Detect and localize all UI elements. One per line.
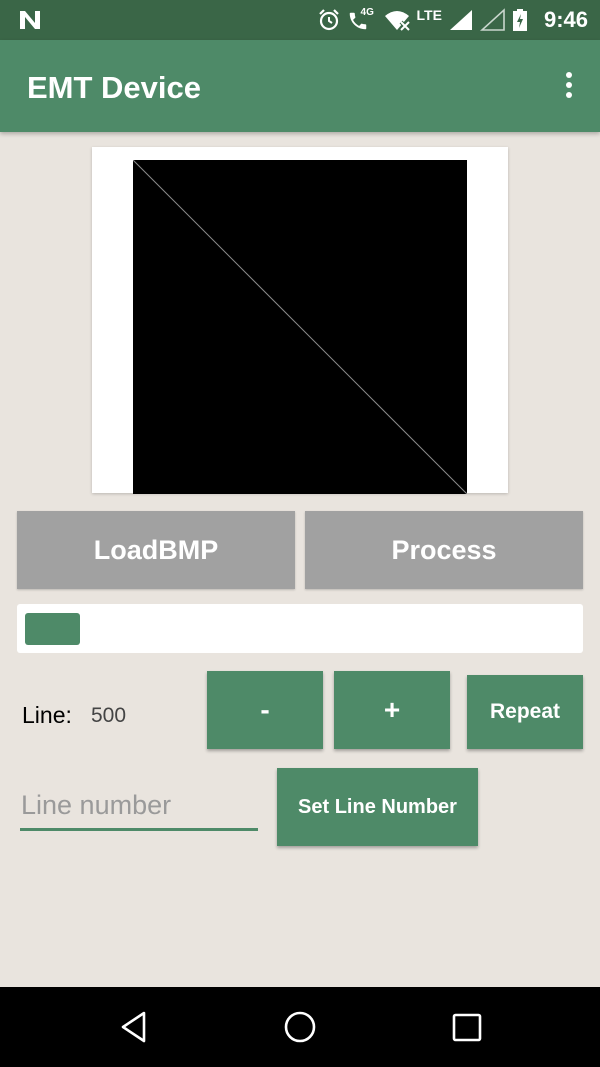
network-type-label: 4G — [360, 7, 374, 18]
bitmap-preview-image — [133, 160, 467, 494]
line-number-input[interactable] — [20, 782, 258, 831]
decrement-button[interactable]: - — [207, 671, 323, 749]
process-button[interactable]: Process — [305, 511, 583, 589]
recents-icon[interactable] — [451, 1007, 483, 1047]
app-bar: EMT Device — [0, 40, 600, 132]
back-icon[interactable] — [118, 1007, 150, 1047]
signal-empty-icon — [479, 8, 505, 31]
progress-bar — [17, 604, 583, 653]
app-title: EMT Device — [27, 70, 202, 105]
signal-icon — [449, 10, 472, 30]
battery-charging-icon — [512, 9, 527, 31]
line-label: Line: — [22, 702, 72, 728]
call-icon: 4G — [347, 7, 377, 33]
load-bmp-button[interactable]: LoadBMP — [17, 511, 295, 589]
home-icon[interactable] — [283, 1007, 317, 1047]
image-preview-card — [92, 147, 508, 494]
set-line-number-button[interactable]: Set Line Number — [277, 768, 478, 846]
alarm-icon — [318, 9, 339, 31]
progress-fill — [25, 613, 80, 645]
line-value: 500 — [91, 704, 127, 727]
n-logo-icon — [20, 11, 40, 29]
status-bar: 4G LTE 9:46 — [0, 0, 600, 40]
navigation-bar — [0, 987, 600, 1067]
lte-label: LTE — [416, 7, 442, 23]
overflow-menu-icon[interactable] — [564, 72, 574, 102]
wifi-off-icon — [384, 11, 410, 32]
status-time: 9:46 — [543, 7, 588, 32]
increment-button[interactable]: + — [334, 671, 450, 749]
repeat-button[interactable]: Repeat — [467, 675, 583, 749]
status-icons: 4G LTE 9:46 — [317, 0, 588, 40]
